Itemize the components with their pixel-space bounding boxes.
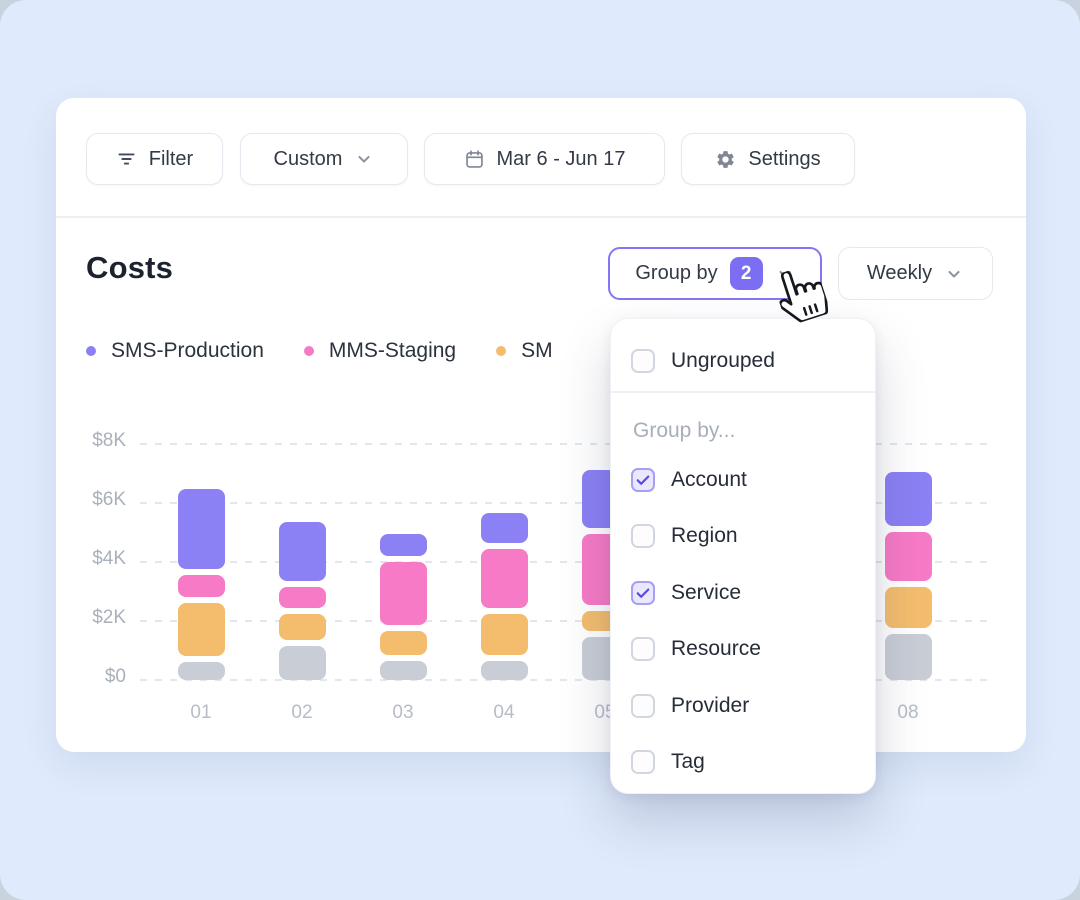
menu-item-provider[interactable]: Provider <box>631 692 749 720</box>
bar-segment-08[interactable] <box>885 634 932 680</box>
account-checkbox[interactable] <box>631 468 655 492</box>
bar-segment-01[interactable] <box>178 662 225 680</box>
resource-checkbox[interactable] <box>631 637 655 661</box>
x-axis-tick-label: 03 <box>368 702 438 724</box>
ungrouped-checkbox[interactable] <box>631 349 655 373</box>
menu-item-service[interactable]: Service <box>631 579 741 607</box>
menu-item-label: Account <box>671 468 747 492</box>
bar-segment-02-SMS-Production[interactable] <box>279 522 326 581</box>
menu-item-region[interactable]: Region <box>631 522 738 550</box>
y-axis-tick-label: $0 <box>56 666 126 688</box>
menu-item-ungrouped[interactable]: Ungrouped <box>631 347 775 375</box>
menu-item-label: Resource <box>671 637 761 661</box>
costs-panel: Filter Custom Mar 6 - Jun 17 Settings Co… <box>56 98 1026 752</box>
bar-segment-04-SM[interactable] <box>481 614 528 655</box>
bar-segment-08-SM[interactable] <box>885 587 932 628</box>
menu-item-label: Tag <box>671 750 705 774</box>
bar-segment-04-SMS-Production[interactable] <box>481 513 528 543</box>
menu-item-label: Region <box>671 524 738 548</box>
y-axis-tick-label: $2K <box>56 607 126 629</box>
bar-segment-04-MMS-Staging[interactable] <box>481 549 528 608</box>
bar-segment-04[interactable] <box>481 661 528 680</box>
menu-section-label: Group by... <box>633 419 735 443</box>
bar-segment-01-SM[interactable] <box>178 603 225 656</box>
menu-item-resource[interactable]: Resource <box>631 635 761 663</box>
ungrouped-label: Ungrouped <box>671 349 775 373</box>
menu-item-account[interactable]: Account <box>631 466 747 494</box>
y-axis-tick-label: $4K <box>56 548 126 570</box>
bar-segment-08-MMS-Staging[interactable] <box>885 532 932 581</box>
menu-item-label: Provider <box>671 694 749 718</box>
page-background: Filter Custom Mar 6 - Jun 17 Settings Co… <box>0 0 1080 900</box>
bar-segment-02-MMS-Staging[interactable] <box>279 587 326 608</box>
x-axis-tick-label: 01 <box>166 702 236 724</box>
bar-segment-08-SMS-Production[interactable] <box>885 472 932 527</box>
service-checkbox[interactable] <box>631 581 655 605</box>
bar-segment-01-SMS-Production[interactable] <box>178 489 225 569</box>
y-axis-tick-label: $8K <box>56 430 126 452</box>
bar-segment-02[interactable] <box>279 646 326 680</box>
x-axis-tick-label: 04 <box>469 702 539 724</box>
menu-item-label: Service <box>671 581 741 605</box>
bar-segment-02-SM[interactable] <box>279 614 326 641</box>
x-axis-tick-label: 02 <box>267 702 337 724</box>
menu-item-tag[interactable]: Tag <box>631 748 705 776</box>
bar-segment-01-MMS-Staging[interactable] <box>178 575 225 597</box>
bar-segment-03-MMS-Staging[interactable] <box>380 562 427 625</box>
bar-segment-03[interactable] <box>380 661 427 680</box>
stacked-bar-chart: $8K$6K$4K$2K$00102030405060708 <box>56 98 1026 752</box>
menu-divider <box>611 391 875 393</box>
tag-checkbox[interactable] <box>631 750 655 774</box>
region-checkbox[interactable] <box>631 524 655 548</box>
bar-segment-03-SM[interactable] <box>380 631 427 655</box>
x-axis-tick-label: 08 <box>873 702 943 724</box>
y-axis-tick-label: $6K <box>56 489 126 511</box>
bar-segment-03-SMS-Production[interactable] <box>380 534 427 556</box>
group-by-menu: Ungrouped Group by... Account Region Servi… <box>610 318 876 794</box>
provider-checkbox[interactable] <box>631 694 655 718</box>
